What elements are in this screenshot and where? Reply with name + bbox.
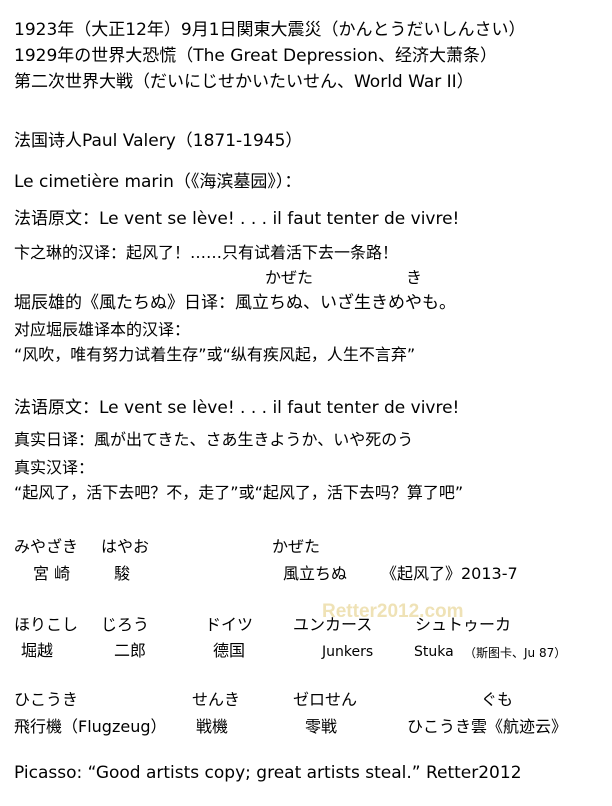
ruby-kazeta: かぜた (265, 268, 314, 287)
corresponding-text: “风吹，唯有努力试着生存”或“纵有疾风起，人生不言弃” (14, 345, 416, 364)
kazeta-kana: かぜた (272, 537, 321, 556)
real-jp-translation: 真实日译：風が出てきた、さあ生きようか、いや死のう (14, 430, 414, 449)
zerosen-kana: ゼロせん (293, 690, 358, 709)
kazetachinu-cn-title: 《起风了》2013-7 (381, 564, 518, 583)
miyazaki-kana: みやざき (14, 537, 79, 556)
junkers-kana: ユンカース (293, 615, 373, 634)
senki-kana: せんき (192, 690, 241, 709)
stuka-kana: シュトゥーカ (415, 615, 512, 634)
horikoshi-kanji: 堀越 (21, 641, 54, 660)
hikoukigumo-label: ひこうき雲《航迹云》 (407, 717, 568, 736)
horikoshi-kana: ほりこし (14, 615, 79, 634)
real-cn-text: “起风了，活下去吧？不，走了”或“起风了，活下去吗？算了吧” (14, 483, 464, 502)
picasso-quote: Picasso: “Good artists copy; great artis… (14, 763, 522, 783)
zerosen-label: 零戦 (305, 717, 338, 736)
hikouki-kana: ひこうき (14, 690, 79, 709)
french-original-1: 法语原文：Le vent se lève! . . . il faut tent… (14, 209, 460, 229)
poem-title: Le cimetière marin（《海滨墓园》）： (14, 172, 302, 192)
stuka-label: Stuka (414, 644, 454, 660)
jirou-kana: じろう (101, 615, 150, 634)
miyazaki-kanji: 宮 崎 (33, 564, 71, 583)
stuka-note: （斯图卡、Ju 87） (464, 646, 567, 660)
real-cn-label: 真实汉译： (14, 458, 95, 477)
french-original-2: 法语原文：Le vent se lève! . . . il faut tent… (14, 398, 460, 418)
ruby-ki: き (406, 268, 423, 287)
jirou-kanji: 二郎 (114, 641, 147, 660)
header-line-world-war-ii: 第二次世界大戦（だいにじせかいたいせん、World War II） (14, 72, 474, 92)
hikouki-label: 飛行機（Flugzeug） (14, 717, 167, 736)
bian-translation: 卞之琳的汉译：起风了！……只有试着活下去一条路！ (14, 243, 399, 262)
gumo-kana: ぐも (481, 690, 514, 709)
hayao-kanji: 駿 (114, 564, 131, 583)
kazetachinu-title: 風立ちぬ (283, 564, 348, 583)
corresponding-label: 对应堀辰雄译本的汉译： (14, 320, 191, 339)
header-line-great-depression: 1929年の世界大恐慌（The Great Depression、经济大萧条） (14, 46, 498, 66)
junkers-label: Junkers (322, 644, 374, 660)
header-line-kanto-earthquake: 1923年（大正12年）9月1日関東大震災（かんとうだいしんさい） (14, 20, 526, 40)
hayao-kana: はやお (101, 537, 150, 556)
poet-line: 法国诗人Paul Valery（1871-1945） (14, 131, 303, 151)
senki-label: 戦機 (196, 717, 229, 736)
doitsu-kana: ドイツ (205, 615, 254, 634)
germany-label: 德国 (213, 641, 246, 660)
hori-translation: 堀辰雄的《風たちぬ》日译：風立ちぬ、いざ生きめやも。 (14, 293, 456, 313)
